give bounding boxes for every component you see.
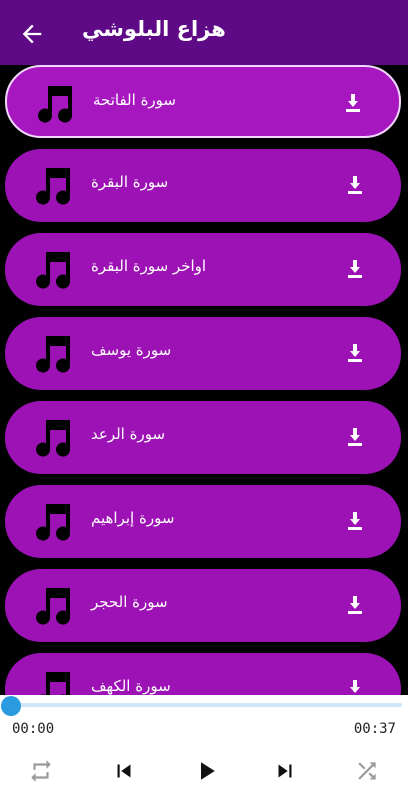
music-note-icon [36, 504, 71, 541]
music-note-icon [36, 336, 71, 373]
download-icon[interactable] [345, 94, 361, 112]
track-item[interactable]: سورة الكهف [5, 653, 401, 695]
track-item[interactable]: سورة الفاتحة [5, 65, 401, 138]
track-list[interactable]: سورة الفاتحة سورة البقرة اواخر سورة البق… [0, 65, 408, 695]
download-icon[interactable] [347, 260, 363, 278]
shuffle-icon[interactable] [354, 758, 380, 784]
track-label: سورة الفاتحة [93, 91, 176, 109]
current-time: 00:00 [12, 721, 55, 737]
previous-icon[interactable] [111, 758, 137, 784]
play-icon[interactable] [191, 756, 221, 786]
track-label: سورة الرعد [91, 425, 166, 443]
music-note-icon [36, 420, 71, 457]
track-item[interactable]: سورة يوسف [5, 317, 401, 390]
track-item[interactable]: سورة الرعد [5, 401, 401, 474]
track-item[interactable]: اواخر سورة البقرة [5, 233, 401, 306]
back-arrow-icon[interactable] [18, 20, 46, 48]
track-label: سورة يوسف [91, 341, 172, 359]
download-icon[interactable] [347, 680, 363, 695]
track-item[interactable]: سورة البقرة [5, 149, 401, 222]
download-icon[interactable] [347, 428, 363, 446]
track-label: اواخر سورة البقرة [91, 257, 207, 275]
music-note-icon [38, 86, 73, 123]
repeat-icon[interactable] [28, 758, 54, 784]
music-note-icon [36, 252, 71, 289]
app-bar: هزاع البلوشي [0, 0, 408, 65]
music-note-icon [40, 672, 70, 695]
track-label: سورة الحجر [91, 593, 168, 611]
player-bar: 00:00 00:37 [0, 695, 408, 800]
track-item[interactable]: سورة الحجر [5, 569, 401, 642]
download-icon[interactable] [347, 596, 363, 614]
download-icon[interactable] [347, 176, 363, 194]
total-time: 00:37 [353, 721, 396, 737]
seek-bar[interactable] [10, 703, 402, 707]
download-icon[interactable] [347, 344, 363, 362]
track-label: سورة البقرة [91, 173, 169, 191]
download-icon[interactable] [347, 512, 363, 530]
track-label: سورة الكهف [91, 677, 171, 695]
page-title: هزاع البلوشي [82, 17, 226, 41]
seek-thumb[interactable] [1, 696, 21, 716]
next-icon[interactable] [272, 758, 298, 784]
track-item[interactable]: سورة إبراهيم [5, 485, 401, 558]
track-label: سورة إبراهيم [91, 509, 175, 527]
music-note-icon [36, 588, 71, 625]
music-note-icon [36, 168, 71, 205]
